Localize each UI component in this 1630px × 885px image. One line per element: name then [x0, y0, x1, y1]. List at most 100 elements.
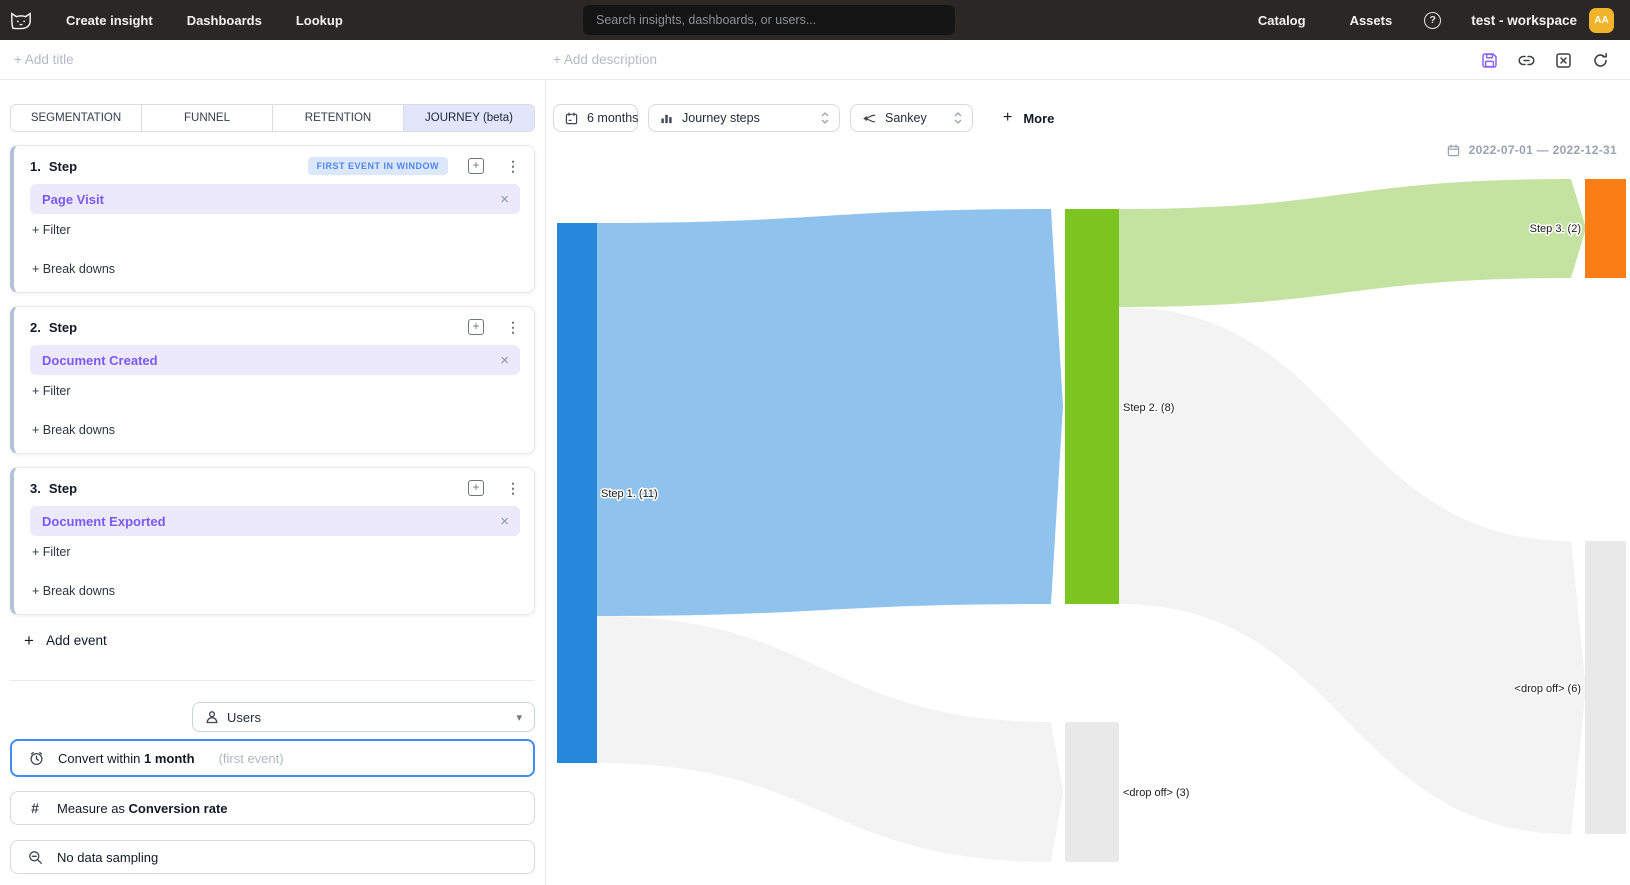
tab-retention[interactable]: RETENTION [273, 105, 404, 131]
user-avatar[interactable]: AA [1589, 8, 1614, 33]
step-title: Step [49, 320, 77, 335]
nav-create-insight[interactable]: Create insight [66, 13, 153, 28]
add-breakdown-link[interactable]: + Break downs [32, 423, 115, 437]
breakdown-select[interactable]: Journey steps [648, 104, 840, 132]
clock-icon [28, 751, 44, 766]
first-event-badge: FIRST EVENT IN WINDOW [308, 157, 449, 175]
analyze-by-select[interactable]: Users ▾ [192, 702, 535, 732]
app-logo-cat-icon[interactable] [10, 10, 32, 31]
sankey-node-step2[interactable] [1065, 209, 1119, 604]
journey-builder-panel: SEGMENTATION FUNNEL RETENTION JOURNEY (b… [0, 80, 546, 885]
sankey-node-step1[interactable] [557, 223, 597, 763]
sankey-link-step2-step3[interactable] [1119, 179, 1586, 307]
chart-type-select[interactable]: Sankey [850, 104, 973, 132]
step-menu-icon[interactable]: ⋮ [506, 158, 520, 174]
tab-segmentation[interactable]: SEGMENTATION [11, 105, 142, 131]
sankey-node-dropoff-step1[interactable] [1065, 722, 1119, 862]
chart-panel: Step 1. (11) Step 2. (8) Step 3. (2) <dr… [546, 80, 1630, 885]
step-title: Step [49, 481, 77, 496]
sankey-label-step1: Step 1. (11) [601, 488, 658, 500]
sankey-link-step1-dropoff[interactable] [597, 616, 1063, 862]
remove-event-icon[interactable]: × [500, 513, 509, 530]
add-event-to-step-icon[interactable]: + [468, 480, 484, 496]
clear-insight-icon[interactable] [1555, 52, 1572, 69]
workspace-name[interactable]: test - workspace [1471, 13, 1577, 28]
sankey-node-step3[interactable] [1585, 179, 1626, 278]
measure-as-value: Conversion rate [129, 801, 228, 816]
step-number: 1. [30, 159, 41, 174]
event-pill[interactable]: Document Exported × [30, 506, 520, 536]
sankey-icon [862, 112, 876, 125]
event-pill[interactable]: Document Created × [30, 345, 520, 375]
event-pill[interactable]: Page Visit × [30, 184, 520, 214]
global-search-input[interactable] [583, 5, 955, 35]
step-card-1: 1. Step FIRST EVENT IN WINDOW + ⋮ Page V… [10, 145, 535, 293]
measure-as-label: Measure as [57, 801, 125, 816]
event-name: Document Created [42, 353, 158, 368]
add-filter-link[interactable]: + Filter [32, 545, 71, 559]
sankey-label-step3: Step 3. (2) [1530, 223, 1581, 235]
step-card-3: 3. Step + ⋮ Document Exported × + Filter… [10, 467, 535, 615]
add-event-to-step-icon[interactable]: + [468, 319, 484, 335]
add-filter-link[interactable]: + Filter [32, 384, 71, 398]
add-title-field[interactable]: + Add title [14, 52, 74, 67]
chart-date-range: 2022-07-01 — 2022-12-31 [1447, 143, 1617, 157]
step-number: 2. [30, 320, 41, 335]
conversion-window-button[interactable]: Convert within 1 month (first event) [10, 739, 535, 777]
bar-chart-icon [660, 112, 673, 125]
step-title: Step [49, 159, 77, 174]
plus-icon: + [24, 632, 34, 649]
convert-window-hint: (first event) [219, 751, 284, 766]
date-range-text: 2022-07-01 — 2022-12-31 [1469, 143, 1617, 157]
add-filter-link[interactable]: + Filter [32, 223, 71, 237]
insight-type-tabs: SEGMENTATION FUNNEL RETENTION JOURNEY (b… [10, 104, 535, 132]
save-icon[interactable] [1481, 52, 1498, 69]
nav-catalog[interactable]: Catalog [1258, 13, 1306, 28]
tab-journey[interactable]: JOURNEY (beta) [404, 105, 534, 131]
sampling-magnifier-icon [27, 850, 43, 865]
remove-event-icon[interactable]: × [500, 191, 509, 208]
refresh-icon[interactable] [1592, 52, 1609, 69]
calendar-icon [565, 112, 578, 125]
sankey-chart: Step 1. (11) Step 2. (8) Step 3. (2) <dr… [546, 80, 1630, 885]
step-card-2: 2. Step + ⋮ Document Created × + Filter … [10, 306, 535, 454]
nav-assets[interactable]: Assets [1350, 13, 1393, 28]
convert-window-value: 1 month [144, 751, 195, 766]
chevron-down-icon: ▾ [516, 711, 522, 724]
remove-event-icon[interactable]: × [500, 352, 509, 369]
convert-within-label: Convert within [58, 751, 140, 766]
sankey-link-step1-step2[interactable] [597, 209, 1063, 616]
step-number: 3. [30, 481, 41, 496]
add-event-button[interactable]: + Add event [24, 632, 107, 649]
nav-lookup[interactable]: Lookup [296, 13, 343, 28]
sankey-label-step2: Step 2. (8) [1123, 402, 1174, 414]
event-name: Page Visit [42, 192, 104, 207]
add-breakdown-link[interactable]: + Break downs [32, 262, 115, 276]
add-description-field[interactable]: + Add description [553, 52, 657, 67]
event-name: Document Exported [42, 514, 166, 529]
sankey-link-step2-dropoff[interactable] [1119, 307, 1586, 834]
sankey-label-dropoff-step1: <drop off> (3) [1123, 787, 1189, 799]
insight-title-bar: + Add title + Add description [0, 40, 1630, 80]
nav-dashboards[interactable]: Dashboards [187, 13, 262, 28]
add-event-to-step-icon[interactable]: + [468, 158, 484, 174]
sampling-value: No data sampling [57, 850, 158, 865]
sankey-node-dropoff-step2[interactable] [1585, 541, 1626, 834]
time-window-button[interactable]: 6 months [553, 104, 638, 132]
sankey-label-dropoff-step2: <drop off> (6) [1515, 683, 1581, 695]
help-icon[interactable]: ? [1424, 12, 1441, 29]
plus-icon: + [1003, 109, 1012, 127]
add-breakdown-link[interactable]: + Break downs [32, 584, 115, 598]
tab-funnel[interactable]: FUNNEL [142, 105, 273, 131]
panel-divider [10, 680, 534, 681]
select-chevrons-icon [821, 112, 829, 124]
copy-link-icon[interactable] [1518, 52, 1535, 69]
user-icon [205, 710, 219, 724]
calendar-icon [1447, 144, 1460, 157]
data-sampling-button[interactable]: No data sampling [10, 840, 535, 874]
step-menu-icon[interactable]: ⋮ [506, 319, 520, 335]
measure-as-button[interactable]: # Measure as Conversion rate [10, 791, 535, 825]
step-menu-icon[interactable]: ⋮ [506, 480, 520, 496]
more-options-button[interactable]: + More [1003, 104, 1054, 132]
select-chevrons-icon [954, 112, 962, 124]
